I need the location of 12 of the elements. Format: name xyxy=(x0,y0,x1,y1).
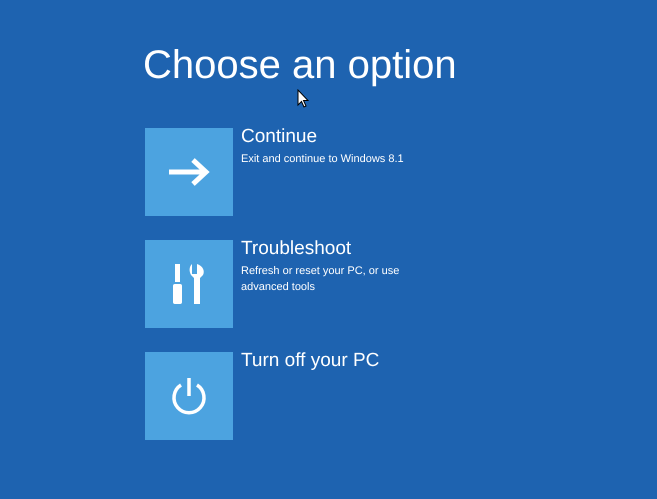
option-title[interactable]: Troubleshoot xyxy=(241,238,352,260)
option-title[interactable]: Turn off your PC xyxy=(241,350,380,372)
option-description: Exit and continue to Windows 8.1 xyxy=(241,152,405,167)
tools-icon xyxy=(172,262,206,306)
option-tile[interactable] xyxy=(145,352,233,440)
arrow-icon xyxy=(167,157,211,187)
option-title[interactable]: Continue xyxy=(241,126,318,148)
page-title: Choose an option xyxy=(143,42,457,88)
option-description: Refresh or reset your PC, or use advanced tools xyxy=(241,264,400,295)
option-tile[interactable] xyxy=(145,128,233,216)
cursor-icon xyxy=(297,89,309,108)
option-tile[interactable] xyxy=(145,240,233,328)
